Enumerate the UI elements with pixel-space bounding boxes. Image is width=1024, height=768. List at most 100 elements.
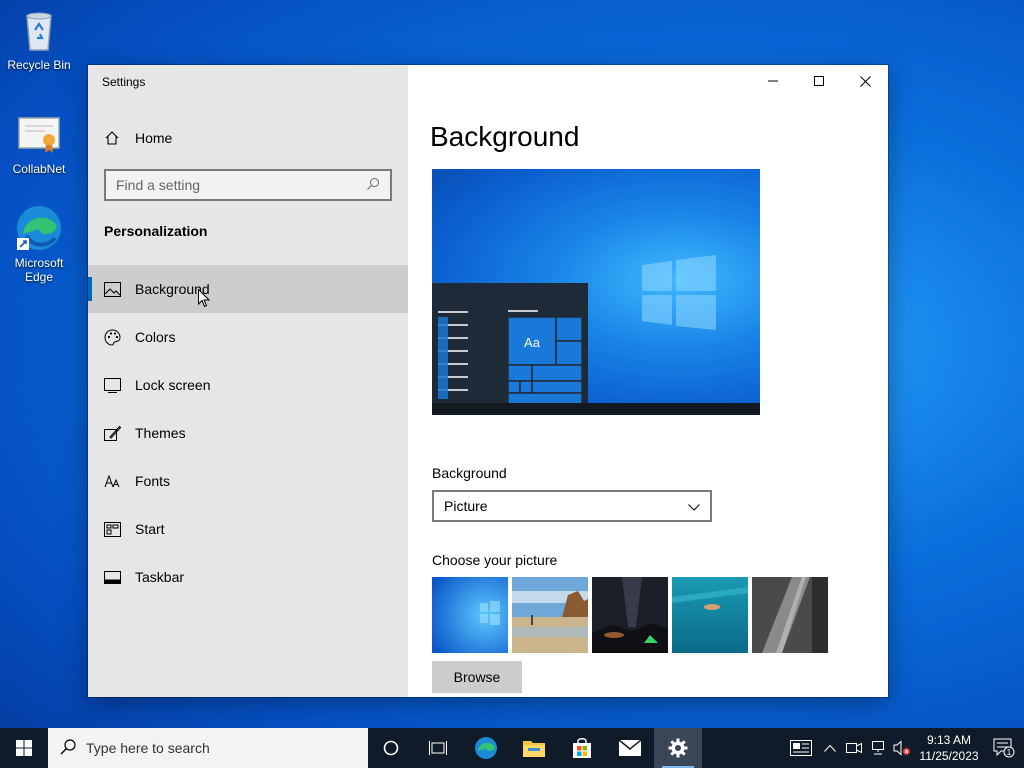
settings-window: Settings Home Find a setting Personaliza… <box>88 65 888 697</box>
home-icon <box>104 130 120 146</box>
sidebar-item-label: Themes <box>135 425 186 441</box>
fonts-icon <box>104 473 121 490</box>
find-setting-input[interactable]: Find a setting <box>104 169 392 201</box>
picture-icon <box>104 281 121 298</box>
chevron-down-icon <box>688 498 700 514</box>
sidebar-item-fonts[interactable]: Fonts <box>88 457 408 505</box>
taskbar-store[interactable] <box>558 728 606 768</box>
taskbar-mail[interactable] <box>606 728 654 768</box>
sidebar-item-background[interactable]: Background <box>88 265 408 313</box>
system-tray: 9:13 AM 11/25/2023 1 <box>784 728 1024 768</box>
desktop-icon-recycle-bin[interactable]: Recycle Bin <box>3 6 75 72</box>
store-icon <box>573 738 591 758</box>
desktop-icon-microsoft-edge[interactable]: Microsoft Edge <box>3 204 75 284</box>
taskbar-search-placeholder: Type here to search <box>86 740 210 756</box>
clock-time: 9:13 AM <box>926 733 972 747</box>
sidebar-item-label: Colors <box>135 329 176 345</box>
edge-icon <box>475 737 497 759</box>
taskbar-edge[interactable] <box>462 728 510 768</box>
dropdown-value: Picture <box>444 498 488 514</box>
windows-logo-icon <box>16 740 32 756</box>
desktop-icon-label: Microsoft Edge <box>14 256 64 284</box>
picture-thumbnail-underwater[interactable] <box>672 577 748 653</box>
sidebar-item-lock-screen[interactable]: Lock screen <box>88 361 408 409</box>
window-controls <box>750 65 888 97</box>
notification-count: 1 <box>1007 748 1012 757</box>
taskbar-search-box[interactable]: Type here to search <box>48 728 368 768</box>
news-button[interactable] <box>784 728 818 768</box>
close-icon <box>859 75 871 87</box>
maximize-icon <box>814 76 824 86</box>
taskbar: Type here to search 9:13 AM 11/25/2023 1 <box>0 728 1024 768</box>
network-button[interactable] <box>866 728 890 768</box>
picture-thumbnail-rock[interactable] <box>752 577 828 653</box>
meet-now-button[interactable] <box>842 728 866 768</box>
chevron-up-icon <box>824 744 836 752</box>
picture-thumbnail-windows[interactable] <box>432 577 508 653</box>
cortana-button[interactable] <box>368 728 414 768</box>
search-placeholder: Find a setting <box>116 177 201 193</box>
task-view-button[interactable] <box>414 728 462 768</box>
sidebar-item-label: Lock screen <box>135 377 211 393</box>
taskbar-icon <box>104 569 121 586</box>
page-title: Background <box>430 121 580 152</box>
volume-muted-icon <box>893 740 910 756</box>
cortana-icon <box>383 740 399 756</box>
edge-icon <box>15 204 63 252</box>
sidebar-item-themes[interactable]: Themes <box>88 409 408 457</box>
picture-thumbnails <box>432 577 828 653</box>
search-icon <box>60 738 76 758</box>
taskbar-file-explorer[interactable] <box>510 728 558 768</box>
minimize-button[interactable] <box>750 65 796 97</box>
window-title: Settings <box>102 75 146 89</box>
sidebar-item-label: Start <box>135 521 165 537</box>
background-preview: Aa <box>432 169 760 415</box>
sidebar-item-taskbar[interactable]: Taskbar <box>88 553 408 601</box>
picture-thumbnail-night-sky[interactable] <box>592 577 668 653</box>
background-type-dropdown[interactable]: Picture <box>432 490 712 522</box>
section-title: Personalization <box>104 223 208 239</box>
mouse-cursor-icon <box>198 288 211 311</box>
notification-center-button[interactable]: 1 <box>984 728 1024 768</box>
sidebar-item-colors[interactable]: Colors <box>88 313 408 361</box>
network-icon <box>872 741 884 755</box>
nav-list: Background Colors Lock screen Themes Fon… <box>88 265 408 601</box>
taskbar-settings[interactable] <box>654 728 702 768</box>
background-label: Background <box>432 465 507 481</box>
browse-button[interactable]: Browse <box>432 661 522 693</box>
nav-home[interactable]: Home <box>88 117 408 159</box>
desktop-icon-collabnet[interactable]: CollabNet <box>3 110 75 176</box>
notification-icon: 1 <box>993 738 1015 758</box>
minimize-icon <box>768 80 778 82</box>
sidebar-item-label: Fonts <box>135 473 171 489</box>
certificate-icon <box>15 110 63 158</box>
clock-date: 11/25/2023 <box>919 749 979 763</box>
nav-home-label: Home <box>135 130 173 146</box>
sidebar-item-start[interactable]: Start <box>88 505 408 553</box>
volume-button[interactable] <box>890 728 914 768</box>
news-icon <box>790 740 812 756</box>
choose-picture-label: Choose your picture <box>432 552 558 568</box>
themes-icon <box>104 425 121 442</box>
palette-icon <box>104 328 121 346</box>
lock-screen-icon <box>104 377 121 394</box>
sidebar-item-label: Taskbar <box>135 569 185 585</box>
mail-icon <box>618 739 642 756</box>
show-hidden-icons-button[interactable] <box>818 728 842 768</box>
maximize-button[interactable] <box>796 65 842 97</box>
clock[interactable]: 9:13 AM 11/25/2023 <box>914 732 984 764</box>
start-button[interactable] <box>0 728 48 768</box>
close-button[interactable] <box>842 65 888 97</box>
task-view-icon <box>429 741 447 755</box>
desktop-icon-label: Recycle Bin <box>7 58 71 72</box>
windows-logo-light <box>642 255 716 330</box>
picture-thumbnail-beach[interactable] <box>512 577 588 653</box>
preview-tile-text: Aa <box>524 335 541 350</box>
folder-icon <box>523 741 545 757</box>
start-icon <box>104 521 121 538</box>
desktop-icon-label: CollabNet <box>12 162 66 176</box>
camera-icon <box>846 742 862 754</box>
search-icon <box>366 177 380 194</box>
gear-icon <box>668 738 688 758</box>
sidebar: Settings Home Find a setting Personaliza… <box>88 65 408 697</box>
